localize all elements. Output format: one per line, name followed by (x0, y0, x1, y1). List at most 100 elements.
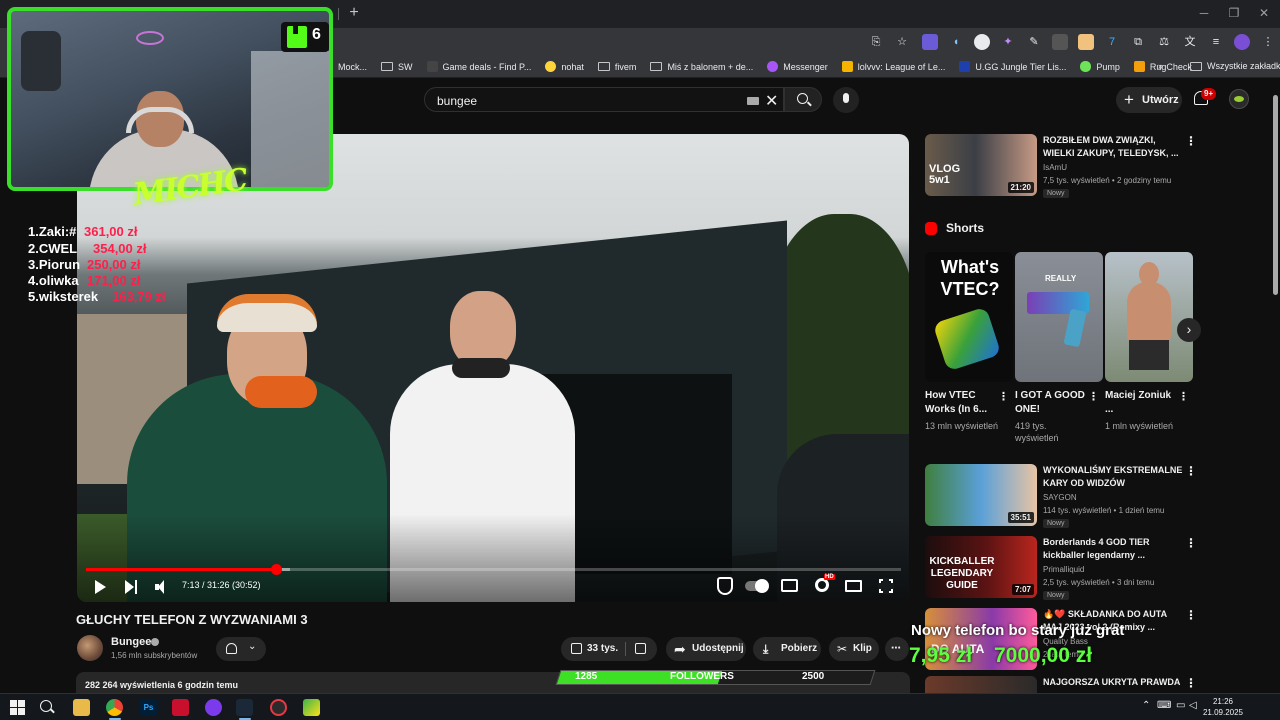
more-options-icon[interactable]: ⋮ (1088, 390, 1099, 403)
video-thumbnail[interactable]: 35:51 (925, 464, 1037, 526)
network-icon[interactable]: ▭ (1176, 700, 1185, 711)
settings-gear-icon[interactable] (815, 578, 829, 592)
keyboard-icon[interactable] (747, 97, 759, 105)
voice-search-button[interactable] (833, 87, 859, 113)
related-video[interactable]: 35:51 WYKONALIŚMY EKSTREMALNE KARY OD WI… (925, 464, 1205, 530)
download-button[interactable]: ⤓ Pobierz (753, 637, 821, 661)
bookmark-item[interactable]: SW (381, 61, 413, 72)
more-options-icon[interactable]: ⋮ (1185, 464, 1197, 478)
bookmark-item[interactable]: lolvvv: League of Le... (841, 61, 945, 72)
taskbar-clock[interactable]: 21:26 21.09.2025 (1200, 696, 1246, 718)
dislike-thumb-icon[interactable] (635, 643, 646, 654)
steam-icon[interactable] (236, 699, 253, 716)
all-bookmarks-button[interactable]: Wszystkie zakładki (1190, 61, 1280, 71)
windows-start-icon[interactable] (10, 700, 25, 715)
extension-icon[interactable] (1078, 34, 1094, 50)
translate-icon[interactable]: 文 (1182, 34, 1198, 50)
video-thumbnail[interactable]: KICKBALLER LEGENDARY GUIDE 7:07 (925, 536, 1037, 598)
obs-icon[interactable] (270, 699, 287, 716)
app-icon[interactable] (303, 699, 320, 716)
more-options-icon[interactable]: ⋮ (1185, 536, 1197, 550)
tray-overflow-icon[interactable]: ⌃ (1142, 700, 1150, 711)
volume-icon[interactable] (155, 580, 169, 594)
file-explorer-icon[interactable] (73, 699, 90, 716)
progress-bar[interactable] (86, 564, 901, 575)
short-thumbnail[interactable]: REALLY (1015, 252, 1103, 382)
extensions-puzzle-icon[interactable]: ⧉ (1130, 34, 1146, 50)
scrubber-handle[interactable] (270, 564, 282, 575)
scrollbar-thumb[interactable] (1273, 95, 1278, 295)
extension-icon[interactable]: 7 (1104, 34, 1120, 50)
autoplay-toggle[interactable] (745, 579, 769, 593)
bookmark-item[interactable]: Pump (1080, 61, 1120, 72)
more-options-icon[interactable]: ⋮ (998, 390, 1009, 403)
close-window-icon[interactable]: ✕ (1256, 6, 1272, 20)
install-app-icon[interactable]: ⎘ (868, 34, 884, 50)
video-player[interactable]: 7:13 / 31:26 (30:52) HD (77, 134, 909, 602)
clear-search-icon[interactable]: ✕ (765, 91, 778, 111)
related-video-title[interactable]: ROZBIŁEM DWA ZWIĄZKI, WIELKI ZAKUPY, TEL… (1043, 134, 1183, 160)
create-button[interactable]: + Utwórz (1116, 87, 1182, 113)
bookmark-item[interactable]: fivem (597, 61, 636, 72)
extension-icon[interactable] (1052, 34, 1068, 50)
more-options-icon[interactable]: ⋮ (1178, 390, 1189, 403)
channel-avatar[interactable] (77, 635, 103, 661)
related-channel[interactable]: SAYGON (1043, 493, 1077, 502)
video-thumbnail[interactable]: VLOG 5w1 21:20 (925, 134, 1037, 196)
related-channel[interactable]: IsAmU (1043, 163, 1067, 172)
more-options-icon[interactable]: ⋮ (1185, 608, 1197, 622)
like-thumb-icon[interactable] (571, 643, 582, 654)
menu-kebab-icon[interactable]: ⋮ (1260, 34, 1276, 50)
bookmark-item[interactable]: Messenger (767, 61, 828, 72)
bookmark-item[interactable]: Game deals - Find P... (426, 61, 531, 72)
eyedropper-icon[interactable]: ✎ (1026, 34, 1042, 50)
reading-list-icon[interactable]: ≡ (1208, 34, 1224, 50)
speaker-icon[interactable]: ◁ (1189, 700, 1197, 711)
short-title[interactable]: How VTEC Works (In 6... (925, 389, 999, 417)
profile-avatar-icon[interactable] (1234, 34, 1250, 50)
more-options-icon[interactable]: ⋮ (1185, 676, 1197, 690)
channel-name[interactable]: Bungee (111, 636, 151, 648)
search-button[interactable] (784, 87, 822, 112)
next-video-icon[interactable] (125, 580, 139, 594)
extension-icon[interactable] (922, 34, 938, 50)
theater-mode-icon[interactable] (845, 580, 862, 592)
play-icon[interactable] (95, 580, 106, 594)
short-item[interactable]: REALLY I GOT A GOOD ONE! 419 tys. wyświe… (1015, 252, 1103, 444)
account-avatar[interactable] (1229, 89, 1249, 109)
chrome-icon[interactable] (106, 699, 123, 716)
bookmark-item[interactable]: Miś z balonem + de... (650, 61, 753, 72)
extension-icon[interactable]: ⚖ (1156, 34, 1172, 50)
bookmark-star-icon[interactable]: ☆ (894, 34, 910, 50)
short-title[interactable]: I GOT A GOOD ONE! (1015, 389, 1089, 417)
fullscreen-icon[interactable] (878, 578, 894, 594)
subtitles-icon[interactable] (781, 579, 798, 592)
keyboard-tray-icon[interactable]: ⌨ (1157, 700, 1171, 711)
clip-button[interactable]: ✂ Klip (829, 637, 879, 661)
more-actions-icon[interactable]: ⋯ (885, 637, 909, 661)
bookmark-item[interactable]: U.GG Jungle Tier Lis... (959, 61, 1066, 72)
minimize-icon[interactable]: ─ (1196, 6, 1212, 20)
extension-icon[interactable]: ✦ (1000, 34, 1016, 50)
bookmark-item[interactable]: Mock... (338, 61, 367, 72)
audio-extension-icon[interactable]: ◖ (948, 34, 964, 50)
short-thumbnail[interactable] (1105, 252, 1193, 382)
related-video-title[interactable]: NAJGORSZA UKRYTA PRAWDA ... (1043, 676, 1183, 693)
short-thumbnail[interactable]: What's VTEC? (925, 252, 1013, 382)
short-item[interactable]: Maciej Zoniuk ... 1 mln wyświetleń ⋮ (1105, 252, 1193, 432)
taskbar-search-icon[interactable] (40, 700, 52, 712)
more-options-icon[interactable]: ⋮ (1185, 134, 1197, 148)
related-channel[interactable]: Primalliquid (1043, 565, 1084, 574)
related-video[interactable]: NAJGORSZA UKRYTA PRAWDA ... ⋮ (925, 676, 1205, 693)
related-video[interactable]: KICKBALLER LEGENDARY GUIDE 7:07 Borderla… (925, 536, 1205, 602)
bookmark-item[interactable]: nohat (545, 61, 584, 72)
related-video-title[interactable]: WYKONALIŚMY EKSTREMALNE KARY OD WIDZÓW (1043, 464, 1183, 490)
bookmarks-overflow-icon[interactable]: » (1158, 61, 1163, 71)
restore-icon[interactable]: ❐ (1226, 6, 1242, 20)
photoshop-icon[interactable]: Ps (140, 699, 157, 716)
app-icon[interactable] (205, 699, 222, 716)
share-button[interactable]: ➦ Udostępnij (666, 637, 746, 661)
app-icon[interactable] (172, 699, 189, 716)
video-thumbnail[interactable] (925, 676, 1037, 693)
related-video[interactable]: VLOG 5w1 21:20 ROZBIŁEM DWA ZWIĄZKI, WIE… (925, 134, 1205, 200)
